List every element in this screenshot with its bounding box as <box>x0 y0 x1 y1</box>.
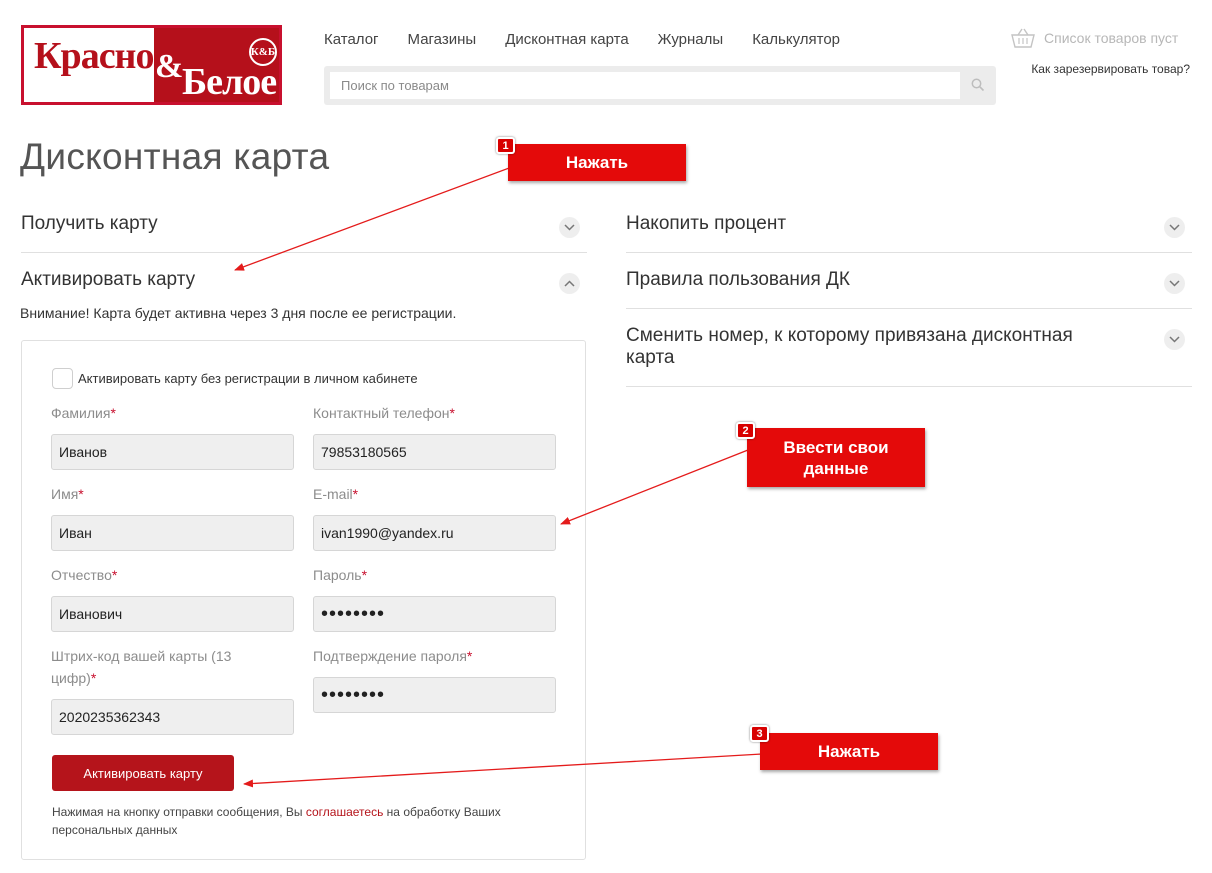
search-icon[interactable] <box>970 77 986 93</box>
patronymic-label: Отчество* <box>51 567 118 583</box>
accordion-change-number-line2: карта <box>626 347 675 368</box>
divider <box>21 252 587 253</box>
activate-card-button[interactable]: Активировать карту <box>52 755 234 791</box>
divider <box>626 252 1192 253</box>
logo-word-beloe: Белое <box>182 61 277 103</box>
password-field[interactable] <box>313 596 556 632</box>
annotation-callout-3: Нажать <box>760 733 938 770</box>
phone-field[interactable] <box>313 434 556 470</box>
barcode-field[interactable] <box>51 699 294 735</box>
nav-discount-card[interactable]: Дисконтная карта <box>505 31 628 48</box>
accordion-card-rules[interactable]: Правила пользования ДК <box>626 269 850 291</box>
no-registration-checkbox[interactable] <box>52 368 73 389</box>
email-field[interactable] <box>313 515 556 551</box>
search-bar <box>324 66 996 105</box>
chevron-down-icon[interactable] <box>1164 329 1185 350</box>
accordion-accumulate-percent[interactable]: Накопить процент <box>626 213 786 235</box>
search-input[interactable] <box>330 72 960 99</box>
surname-label: Фамилия* <box>51 405 116 421</box>
chevron-up-icon[interactable] <box>559 273 580 294</box>
nav-stores[interactable]: Магазины <box>408 31 477 48</box>
password-confirm-label: Подтверждение пароля* <box>313 648 473 664</box>
basket-icon <box>1011 28 1035 48</box>
annotation-callout-2: Ввести свои данные <box>747 428 925 487</box>
name-label: Имя* <box>51 486 84 502</box>
reserve-link[interactable]: Как зарезервировать товар? <box>1031 62 1190 76</box>
accordion-change-number-line1: Сменить номер, к которому привязана диск… <box>626 325 1073 346</box>
phone-label: Контактный телефон* <box>313 405 455 421</box>
annotation-number-1: 1 <box>496 137 515 154</box>
logo-badge: К&Б <box>249 38 277 66</box>
brand-logo[interactable]: Красное & Белое К&Б <box>21 25 282 105</box>
barcode-label: Штрих-код вашей карты (13 цифр)* <box>51 648 232 686</box>
password-label: Пароль* <box>313 567 368 583</box>
cart-widget[interactable]: Список товаров пуст <box>1010 27 1178 49</box>
nav-calculator[interactable]: Калькулятор <box>752 31 840 48</box>
accordion-activate-card[interactable]: Активировать карту <box>21 269 195 291</box>
no-registration-checkbox-label[interactable]: Активировать карту без регистрации в лич… <box>78 371 418 386</box>
surname-field[interactable] <box>51 434 294 470</box>
page-title: Дисконтная карта <box>20 136 330 177</box>
accordion-change-number[interactable]: Сменить номер, к которому привязана диск… <box>626 325 1073 369</box>
consent-text: Нажимая на кнопку отправки сообщения, Вы… <box>52 805 501 837</box>
annotation-number-3: 3 <box>750 725 769 742</box>
password-confirm-field[interactable] <box>313 677 556 713</box>
nav-catalog[interactable]: Каталог <box>324 31 379 48</box>
email-label: E-mail* <box>313 486 359 502</box>
chevron-down-icon[interactable] <box>559 217 580 238</box>
logo-word-krasnoe: Красное <box>34 35 170 77</box>
accordion-get-card[interactable]: Получить карту <box>21 213 158 235</box>
divider <box>626 386 1192 387</box>
activation-warning: Внимание! Карта будет активна через 3 дн… <box>20 305 457 321</box>
nav-magazines[interactable]: Журналы <box>658 31 724 48</box>
name-field[interactable] <box>51 515 294 551</box>
cart-label: Список товаров пуст <box>1044 30 1179 46</box>
chevron-down-icon[interactable] <box>1164 273 1185 294</box>
main-nav: Каталог Магазины Дисконтная карта Журнал… <box>324 31 869 48</box>
consent-link[interactable]: соглашаетесь <box>306 805 383 819</box>
annotation-number-2: 2 <box>736 422 755 439</box>
divider <box>626 308 1192 309</box>
patronymic-field[interactable] <box>51 596 294 632</box>
logo-ampersand: & <box>155 48 184 85</box>
activation-form: Активировать карту без регистрации в лич… <box>21 340 586 860</box>
logo-inner: Красное & Белое К&Б <box>24 28 279 103</box>
chevron-down-icon[interactable] <box>1164 217 1185 238</box>
annotation-callout-1: Нажать <box>508 144 686 181</box>
